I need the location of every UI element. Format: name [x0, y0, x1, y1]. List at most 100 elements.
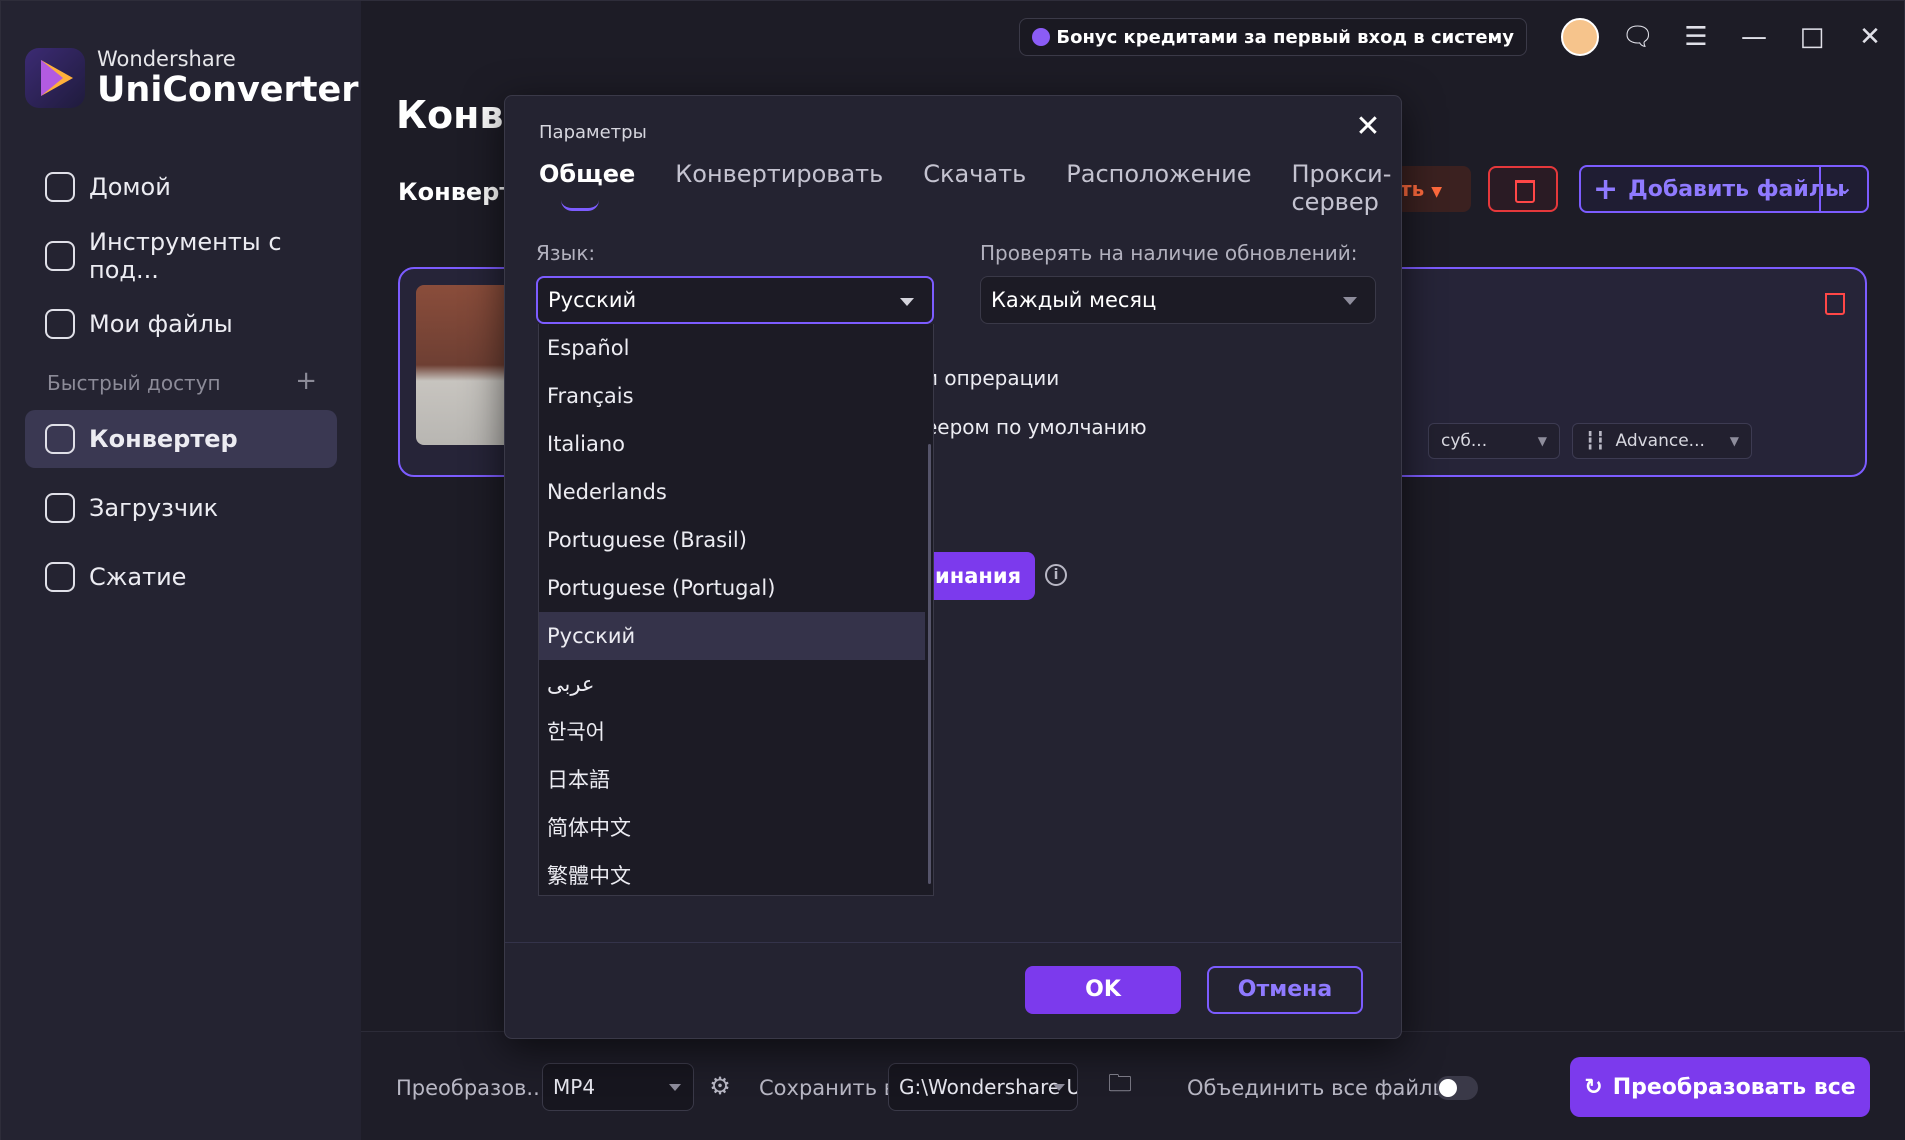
merge-files-label: Объединить все файлы	[1187, 1076, 1450, 1100]
language-select[interactable]: Русский	[536, 276, 934, 324]
home-icon	[45, 172, 75, 202]
language-option[interactable]: عربى	[539, 660, 925, 708]
language-option[interactable]: 简体中文	[539, 804, 925, 852]
avatar	[1561, 18, 1599, 56]
sidebar-item-label: Загрузчик	[89, 494, 219, 522]
chevron-down-icon	[1343, 297, 1357, 305]
language-select-value: Русский	[548, 288, 637, 312]
menu-icon[interactable]: ☰	[1676, 17, 1716, 57]
subtitle-select[interactable]: суб... ▼	[1428, 423, 1560, 459]
convert-icon: ↻	[1584, 1074, 1603, 1100]
language-option[interactable]: 한국어	[539, 708, 925, 756]
chevron-down-icon	[669, 1084, 681, 1091]
dialog-footer-divider	[505, 942, 1401, 943]
chevron-down-icon	[1053, 1084, 1065, 1091]
sidebar-item-home[interactable]: Домой	[25, 158, 337, 216]
maximize-icon[interactable]: □	[1792, 17, 1832, 57]
sidebar-item-compress[interactable]: Сжатие	[25, 548, 337, 606]
app-logo: Wondershare UniConverter	[25, 47, 359, 109]
tab-download[interactable]: Скачать	[923, 160, 1026, 216]
chat-icon[interactable]: 🗨	[1618, 17, 1658, 57]
avatar-button[interactable]	[1560, 17, 1600, 57]
quick-access-label: Быстрый доступ	[47, 371, 221, 395]
tab-location[interactable]: Расположение	[1066, 160, 1251, 216]
language-dropdown-list: Español Français Italiano Nederlands Portugu…	[538, 324, 934, 896]
sidebar-item-label: Инструменты с под...	[89, 228, 282, 284]
diamond-icon	[1032, 28, 1051, 46]
language-option[interactable]: Portuguese (Portugal)	[539, 564, 925, 612]
close-window-icon[interactable]: ✕	[1850, 17, 1890, 57]
option-text-operations: и опрерации	[925, 366, 1060, 390]
output-format-value: MP4	[553, 1075, 596, 1099]
settings-icon[interactable]: ⚙	[700, 1066, 740, 1106]
tab-convert[interactable]: Конвертировать	[675, 160, 883, 216]
info-icon[interactable]: i	[1045, 564, 1067, 586]
product-name: UniConverter	[97, 70, 359, 110]
language-option[interactable]: Italiano	[539, 420, 925, 468]
converter-icon	[45, 424, 75, 454]
settings-dialog: Параметры ✕ Общее Конвертировать Скачать…	[504, 95, 1402, 1039]
files-icon	[45, 309, 75, 339]
audio-select[interactable]: ┇┇ Advance... ▼	[1572, 423, 1752, 459]
plus-icon: +	[1593, 171, 1619, 207]
reminder-button[interactable]: инания	[925, 552, 1035, 600]
updates-select[interactable]: Каждый месяц	[980, 276, 1376, 324]
language-option[interactable]: 日本語	[539, 756, 925, 804]
merge-files-toggle[interactable]	[1436, 1076, 1478, 1100]
language-option[interactable]: Portuguese (Brasil)	[539, 516, 925, 564]
uniconverter-logo-icon	[25, 48, 85, 108]
cancel-button[interactable]: Отмена	[1207, 966, 1363, 1014]
sidebar-item-label: Конвертер	[89, 425, 238, 453]
delete-all-button[interactable]	[1488, 166, 1558, 212]
chevron-down-icon[interactable]: ⌄	[1836, 175, 1853, 199]
language-option[interactable]: 繁體中文	[539, 852, 925, 895]
tab-general[interactable]: Общее	[539, 160, 635, 216]
brand-name: Wondershare	[97, 47, 236, 71]
sidebar-item-my-files[interactable]: Мои файлы	[25, 295, 337, 353]
add-files-button[interactable]: + Добавить файлы ⌄	[1579, 165, 1869, 213]
ok-button[interactable]: OK	[1025, 966, 1181, 1014]
chevron-down-icon: ▼	[1537, 434, 1547, 448]
chevron-down-icon: ▼	[1431, 184, 1442, 200]
compress-icon	[45, 562, 75, 592]
save-to-label: Сохранить в	[759, 1076, 897, 1100]
minimize-icon[interactable]: —	[1734, 17, 1774, 57]
dialog-tabs: Общее Конвертировать Скачать Расположени…	[539, 160, 1431, 216]
audio-wave-icon: ┇┇	[1585, 431, 1606, 451]
language-option[interactable]: Français	[539, 372, 925, 420]
save-path-select[interactable]: G:\Wondershare Ur	[888, 1063, 1078, 1111]
title-bar: Бонус кредитами за первый вход в систему…	[1019, 1, 1905, 73]
app-window: Wondershare UniConverter Домой Инструмен…	[0, 0, 1905, 1140]
subtitle-select-value: суб...	[1441, 431, 1488, 451]
sidebar-item-label: Сжатие	[89, 563, 187, 591]
bottom-bar: Преобразов... MP4 ⚙ Сохранить в G:\Wonde…	[361, 1031, 1905, 1140]
sidebar-item-downloader[interactable]: Загрузчик	[25, 479, 337, 537]
updates-label: Проверять на наличие обновлений:	[980, 241, 1358, 265]
toolbox-icon	[45, 241, 75, 271]
tab-proxy[interactable]: Прокси-сервер	[1291, 160, 1391, 216]
bonus-banner[interactable]: Бонус кредитами за первый вход в систему	[1019, 18, 1527, 56]
split-divider	[1819, 167, 1821, 211]
convert-all-button[interactable]: ↻ Преобразовать все	[1570, 1057, 1870, 1117]
audio-select-value: Advance...	[1615, 431, 1705, 451]
language-option[interactable]: Nederlands	[539, 468, 925, 516]
output-format-label: Преобразов...	[396, 1076, 547, 1100]
output-format-select[interactable]: MP4	[542, 1063, 694, 1111]
language-option[interactable]: Español	[539, 324, 925, 372]
download-icon	[45, 493, 75, 523]
tab-converter[interactable]: Конверт	[398, 178, 513, 206]
close-icon[interactable]: ✕	[1353, 112, 1383, 142]
quick-access-add-button[interactable]: +	[295, 368, 317, 395]
save-path-value: G:\Wondershare Ur	[899, 1075, 1078, 1099]
sidebar-item-label: Домой	[89, 173, 171, 201]
dropdown-scrollbar[interactable]	[928, 444, 931, 884]
language-option[interactable]: Русский	[539, 612, 925, 660]
trash-icon[interactable]	[1825, 293, 1845, 315]
sidebar-item-converter[interactable]: Конвертер	[25, 410, 337, 468]
language-label: Язык:	[536, 241, 596, 265]
sidebar-item-tools[interactable]: Инструменты с под...	[25, 227, 337, 285]
sidebar: Wondershare UniConverter Домой Инструмен…	[1, 1, 361, 1140]
chevron-down-icon	[900, 298, 914, 306]
folder-icon[interactable]: 🗀	[1100, 1066, 1140, 1106]
updates-select-value: Каждый месяц	[991, 288, 1157, 312]
